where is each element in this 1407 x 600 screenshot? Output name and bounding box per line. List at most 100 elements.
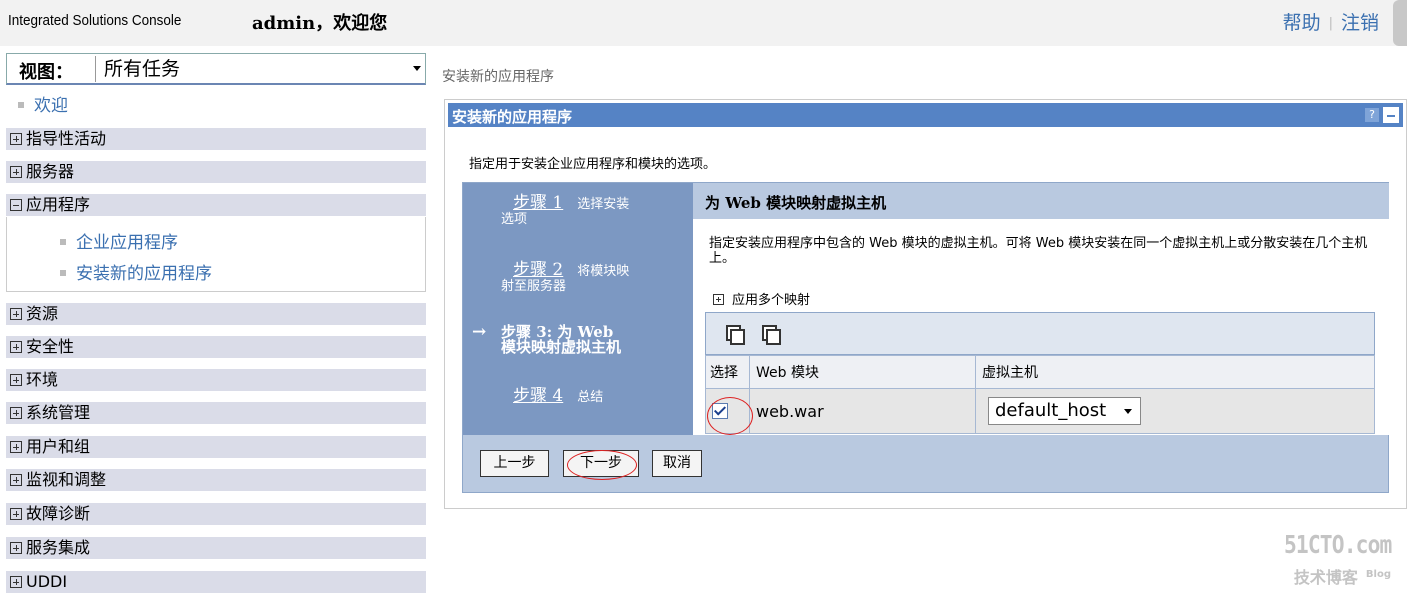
sidebar-item-label: 监视和调整 — [26, 470, 107, 489]
virtual-host-cell: default_host — [975, 388, 1375, 434]
step-3-text-2: 模块映射虚拟主机 — [501, 338, 622, 356]
install-panel: 安装新的应用程序 ? 指定用于安装企业应用程序和模块的选项。 步骤 1 选择安装 … — [444, 99, 1407, 509]
sidebar-item-label: 资源 — [26, 304, 59, 323]
watermark-logo: 51CTO.com — [1283, 530, 1392, 559]
watermark-subtitle: 技术博客 Blog — [1294, 564, 1391, 588]
virtual-host-select[interactable]: default_host — [988, 397, 1141, 425]
content-description: 指定安装应用程序中包含的 Web 模块的虚拟主机。可将 Web 模块安装在同一个… — [709, 236, 1368, 266]
row-select-checkbox[interactable] — [712, 403, 728, 419]
content-header: 为 Web 模块映射虚拟主机 — [693, 183, 1389, 219]
expand-icon — [10, 508, 22, 520]
minimize-icon[interactable] — [1383, 107, 1399, 123]
sidebar-item-applications[interactable]: 应用程序 — [6, 194, 426, 216]
view-selector-row: 视图： 所有任务 — [6, 53, 426, 85]
view-select-value: 所有任务 — [104, 58, 181, 80]
wizard-button-bar: 上一步 下一步 取消 — [463, 436, 1388, 492]
content-title: 为 Web 模块映射虚拟主机 — [705, 194, 887, 212]
sidebar-item-uddi[interactable]: UDDI — [6, 571, 426, 593]
panel-header: 安装新的应用程序 ? — [448, 103, 1403, 127]
sidebar-subitem-label: 安装新的应用程序 — [76, 264, 212, 284]
wizard-steps: 步骤 1 选择安装 选项 步骤 2 将模块映 射至服务器 → 步骤 3: 为 Web… — [463, 183, 693, 435]
watermark-subtitle-text: 技术博客 — [1293, 568, 1358, 587]
sidebar-item-label: 故障诊断 — [26, 504, 91, 523]
sidebar-subitem-install-new-app[interactable]: 安装新的应用程序 — [60, 259, 212, 284]
top-links: 帮助 | 注销 — [1283, 8, 1379, 35]
wizard-content: 为 Web 模块映射虚拟主机 指定安装应用程序中包含的 Web 模块的虚拟主机。… — [693, 183, 1389, 435]
panel-title: 安装新的应用程序 — [452, 108, 573, 126]
sidebar-item-label: 指导性活动 — [26, 129, 107, 148]
bullet-icon — [60, 239, 66, 245]
expand-icon — [10, 576, 22, 588]
table-header-row: 选择 Web 模块 虚拟主机 — [705, 355, 1375, 389]
view-select[interactable]: 所有任务 — [95, 56, 425, 82]
sidebar-item-label: 应用程序 — [26, 195, 91, 214]
help-icon[interactable]: ? — [1365, 108, 1379, 122]
sidebar-item-guided-activities[interactable]: 指导性活动 — [6, 128, 426, 150]
sidebar-welcome-link[interactable]: 欢迎 — [18, 91, 68, 116]
sidebar-item-label: 服务器 — [26, 162, 75, 181]
cancel-button[interactable]: 取消 — [652, 450, 702, 477]
step-2-text: 将模块映 — [577, 264, 630, 279]
apply-multiple-mappings-label: 应用多个映射 — [732, 293, 811, 308]
top-bar: Integrated Solutions Console admin，欢迎您 帮… — [0, 0, 1407, 46]
expand-icon — [10, 542, 22, 554]
step-3-current: → 步骤 3: 为 Web 模块映射虚拟主机 — [463, 322, 693, 356]
select-all-icon[interactable] — [724, 323, 745, 345]
sidebar-item-security[interactable]: 安全性 — [6, 336, 426, 358]
expand-icon — [713, 294, 724, 305]
expand-icon — [10, 474, 22, 486]
collapse-icon — [10, 199, 22, 211]
sidebar-item-troubleshooting[interactable]: 故障诊断 — [6, 503, 426, 525]
sidebar-item-label: 安全性 — [26, 337, 75, 356]
col-header-select: 选择 — [705, 355, 750, 389]
prev-button[interactable]: 上一步 — [480, 450, 549, 477]
sidebar-item-label: UDDI — [26, 572, 68, 591]
sidebar-subitem-label: 企业应用程序 — [76, 233, 178, 253]
expand-icon — [10, 374, 22, 386]
chevron-down-icon — [1124, 409, 1132, 414]
step-4: 步骤 4 总结 — [463, 386, 693, 406]
view-label: 视图： — [19, 62, 73, 83]
apply-multiple-mappings[interactable]: 应用多个映射 — [713, 289, 810, 308]
expand-icon — [10, 341, 22, 353]
expand-icon — [10, 308, 22, 320]
expand-icon — [10, 407, 22, 419]
watermark-blog-text: Blog — [1365, 569, 1391, 580]
logout-link[interactable]: 注销 — [1341, 12, 1379, 34]
sidebar-item-label: 环境 — [26, 370, 59, 389]
welcome-text: admin，欢迎您 — [252, 13, 388, 34]
current-step-arrow-icon: → — [472, 322, 487, 342]
col-header-virtual-host: 虚拟主机 — [975, 355, 1375, 389]
next-button[interactable]: 下一步 — [563, 450, 639, 477]
sidebar-subitem-enterprise-apps[interactable]: 企业应用程序 — [60, 228, 178, 253]
sidebar-item-servers[interactable]: 服务器 — [6, 161, 426, 183]
panel-description: 指定用于安装企业应用程序和模块的选项。 — [469, 157, 717, 172]
sidebar-welcome-label: 欢迎 — [34, 96, 68, 116]
sidebar-item-system-admin[interactable]: 系统管理 — [6, 402, 426, 424]
top-edge-decoration — [1393, 0, 1407, 46]
sidebar: 视图： 所有任务 欢迎 指导性活动 服务器 应用程序 企业应用程序 安装新的应用… — [6, 53, 426, 600]
step-1: 步骤 1 选择安装 选项 — [463, 193, 693, 228]
sidebar-item-service-integration[interactable]: 服务集成 — [6, 537, 426, 559]
step-1-text-2: 选项 — [501, 212, 528, 227]
select-cell — [705, 388, 750, 434]
bullet-icon — [60, 270, 66, 276]
wizard: 步骤 1 选择安装 选项 步骤 2 将模块映 射至服务器 → 步骤 3: 为 Web… — [462, 182, 1389, 493]
table-row: web.war default_host — [705, 388, 1375, 434]
help-link[interactable]: 帮助 — [1283, 12, 1321, 34]
sidebar-item-monitoring[interactable]: 监视和调整 — [6, 469, 426, 491]
sidebar-item-label: 服务集成 — [26, 538, 91, 557]
deselect-all-icon[interactable] — [760, 323, 781, 345]
web-module-cell: web.war — [749, 388, 976, 434]
breadcrumb: 安装新的应用程序 — [442, 69, 554, 85]
step-2-link[interactable]: 步骤 2 — [513, 260, 563, 280]
sidebar-item-environment[interactable]: 环境 — [6, 369, 426, 391]
step-1-link[interactable]: 步骤 1 — [513, 193, 563, 213]
module-table: 选择 Web 模块 虚拟主机 web.war default_host — [705, 355, 1375, 434]
step-2: 步骤 2 将模块映 射至服务器 — [463, 260, 693, 295]
sidebar-item-users-groups[interactable]: 用户和组 — [6, 436, 426, 458]
expand-icon — [10, 441, 22, 453]
sidebar-item-resources[interactable]: 资源 — [6, 303, 426, 325]
top-link-separator: | — [1328, 16, 1333, 31]
step-4-link[interactable]: 步骤 4 — [513, 386, 563, 406]
